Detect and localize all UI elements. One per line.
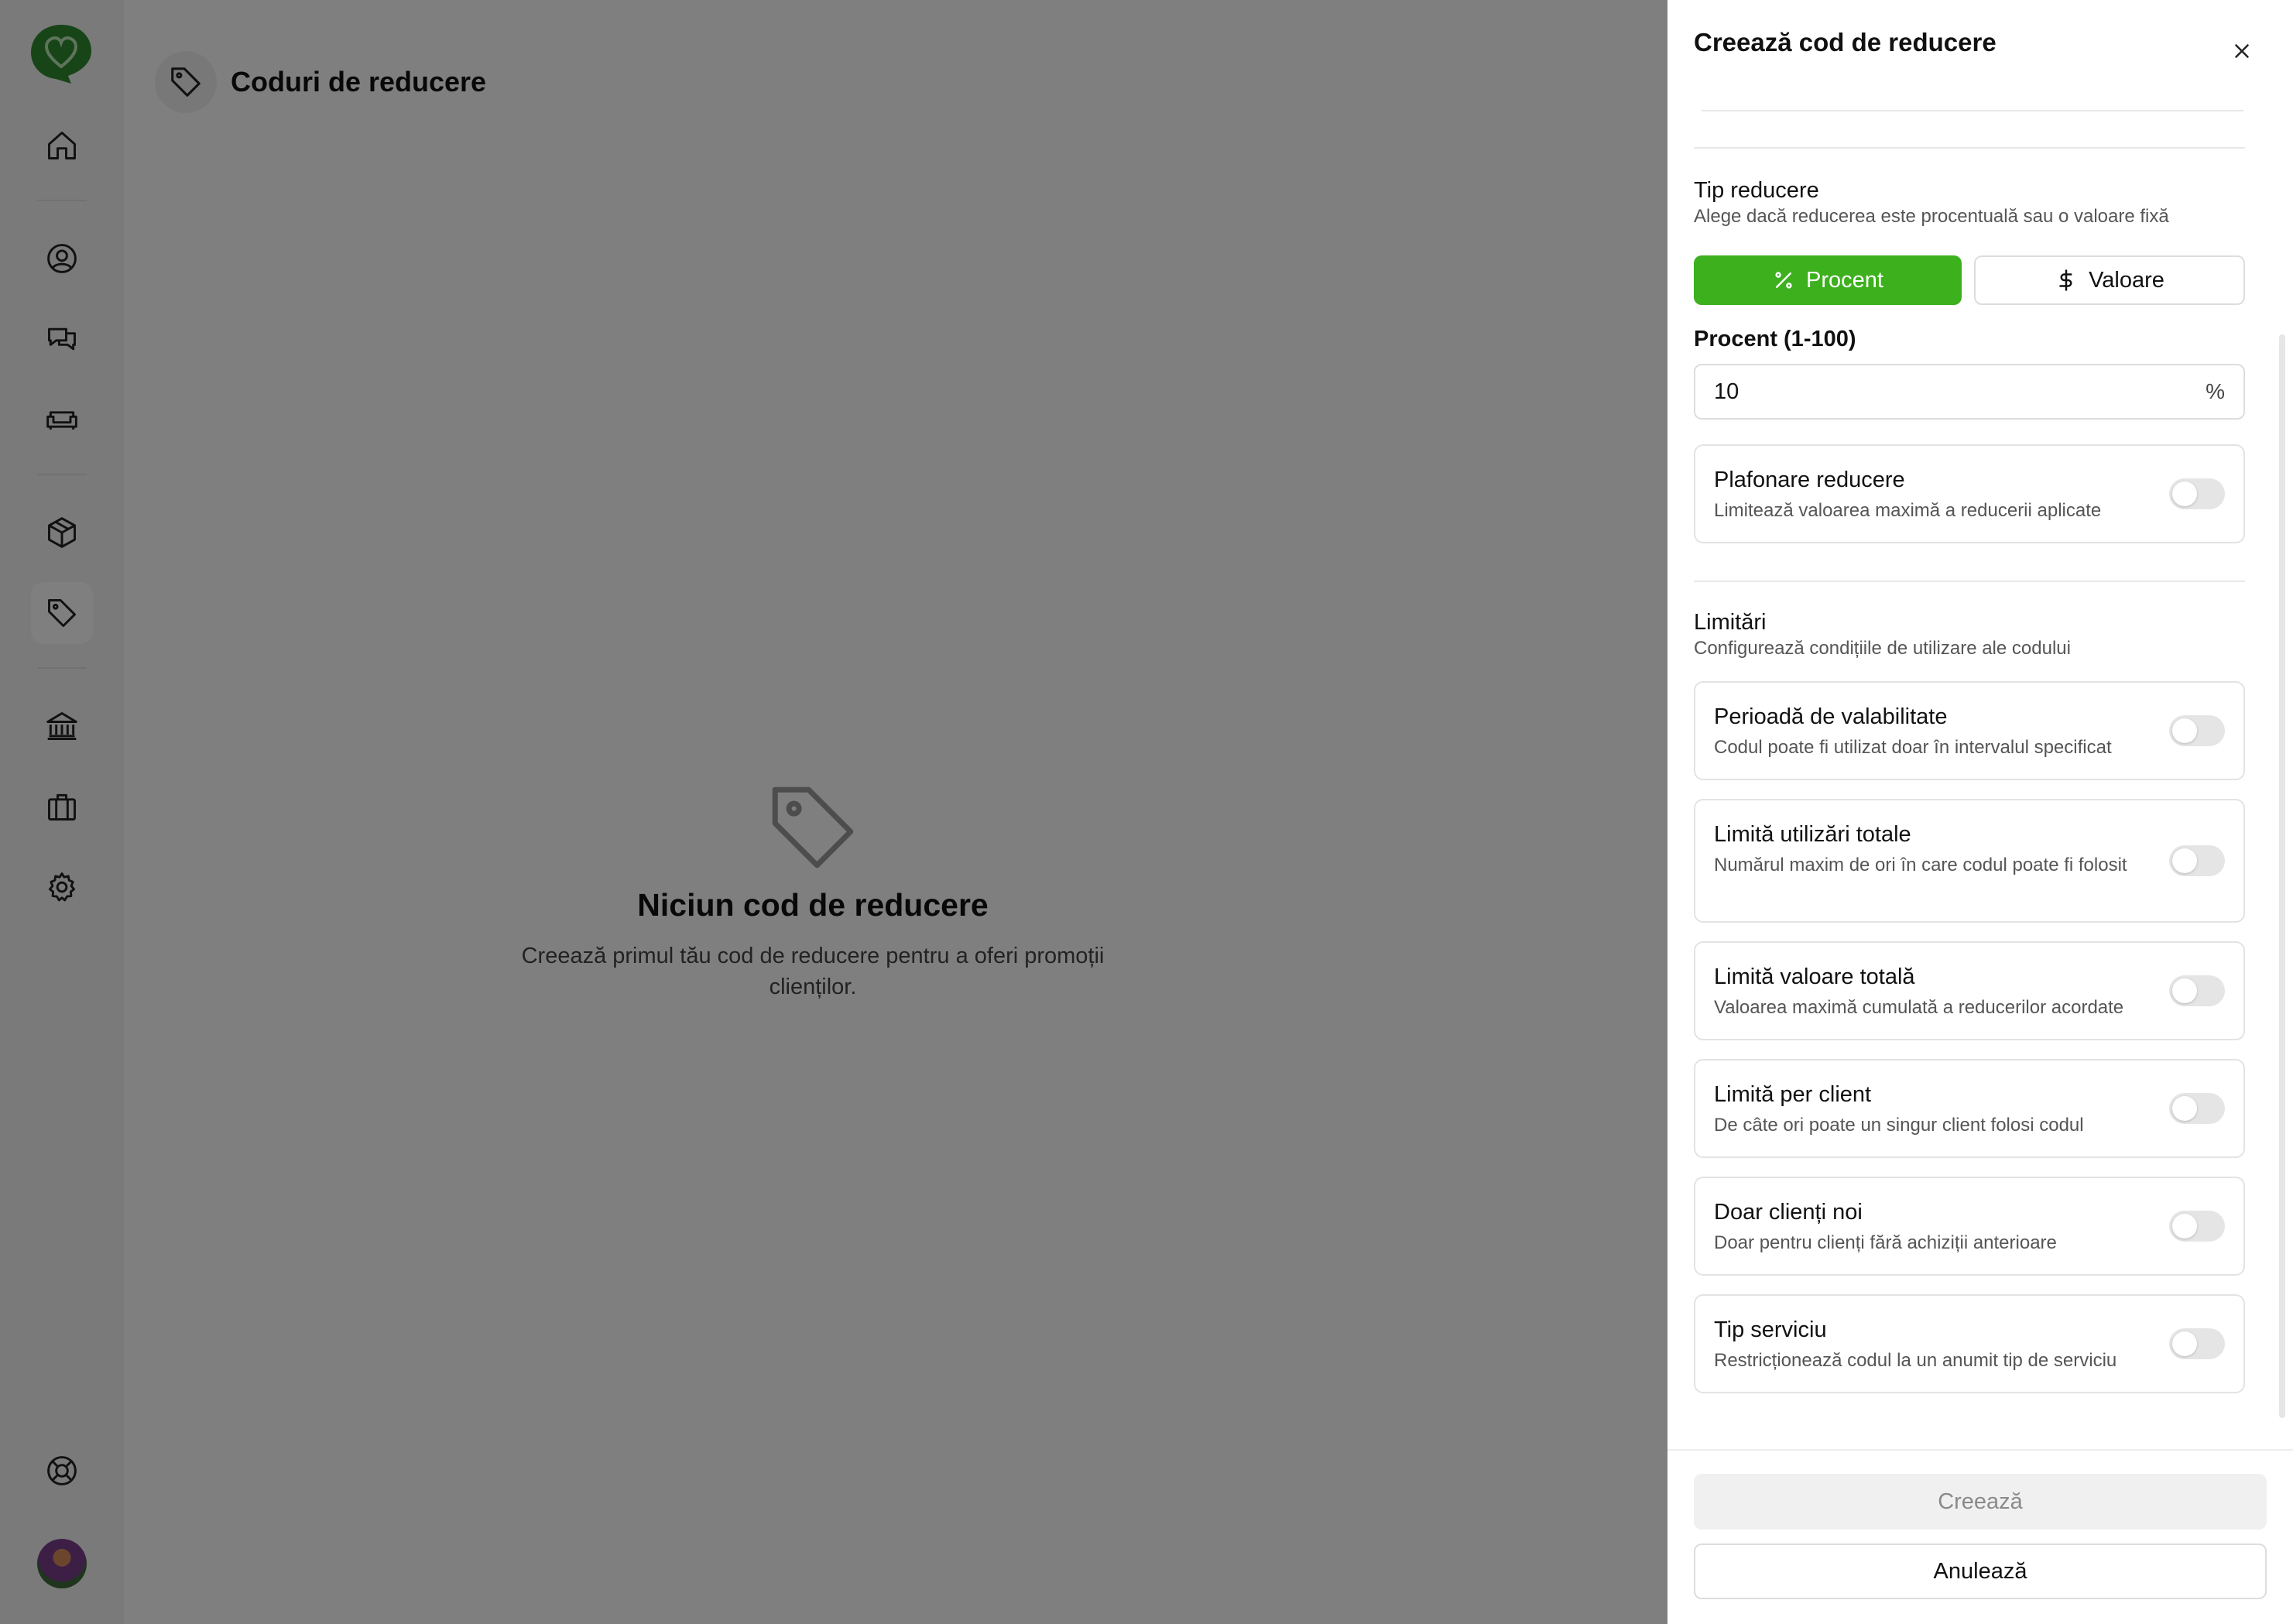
dollar-icon xyxy=(2059,269,2072,291)
validity-toggle[interactable] xyxy=(2169,715,2225,746)
limit-description: Restricționează codul la un anumit tip d… xyxy=(1714,1350,2117,1371)
divider xyxy=(1694,147,2245,149)
cap-card: Plafonare reducere Limitează valoarea ma… xyxy=(1694,444,2245,543)
footer-divider xyxy=(1667,1449,2293,1451)
create-discount-drawer: Creează cod de reducere Tip reducere Ale… xyxy=(1667,0,2293,1624)
create-button[interactable]: Creează xyxy=(1694,1474,2267,1530)
discount-type-subtitle: Alege dacă reducerea este procentuală sa… xyxy=(1694,206,2169,227)
discount-type-amount-option[interactable]: Valoare xyxy=(1974,255,2245,305)
cap-title: Plafonare reducere xyxy=(1714,468,1905,492)
service-type-toggle[interactable] xyxy=(2169,1328,2225,1359)
divider xyxy=(1694,581,2245,582)
per-client-toggle[interactable] xyxy=(2169,1093,2225,1124)
percent-input[interactable] xyxy=(1695,365,2191,418)
close-button[interactable] xyxy=(2225,34,2259,68)
percent-field-label: Procent (1-100) xyxy=(1694,327,1856,351)
limit-card-validity: Perioadă de valabilitate Codul poate fi … xyxy=(1694,681,2245,780)
limit-title: Limită utilizări totale xyxy=(1714,822,1911,847)
discount-type-title: Tip reducere xyxy=(1694,178,1819,203)
total-uses-toggle[interactable] xyxy=(2169,845,2225,876)
limits-title: Limitări xyxy=(1694,610,1767,635)
limits-subtitle: Configurează condițiile de utilizare ale… xyxy=(1694,638,2071,659)
limit-description: De câte ori poate un singur client folos… xyxy=(1714,1115,2084,1136)
percent-option-label: Procent xyxy=(1806,267,1883,293)
cap-description: Limitează valoarea maximă a reducerii ap… xyxy=(1714,500,2102,521)
limit-card-total-uses: Limită utilizări totale Numărul maxim de… xyxy=(1694,799,2245,923)
drawer-title: Creează cod de reducere xyxy=(1694,28,1997,57)
limit-card-service-type: Tip serviciu Restricționează codul la un… xyxy=(1694,1294,2245,1393)
percent-icon xyxy=(1775,272,1792,289)
cap-toggle[interactable] xyxy=(2169,478,2225,509)
limit-description: Valoarea maximă cumulată a reducerilor a… xyxy=(1714,997,2124,1018)
divider xyxy=(1702,110,2243,111)
limit-title: Perioadă de valabilitate xyxy=(1714,704,1948,729)
percent-field: % xyxy=(1694,364,2245,420)
limit-title: Limită per client xyxy=(1714,1082,1872,1107)
limit-card-total-value: Limită valoare totală Valoarea maximă cu… xyxy=(1694,941,2245,1040)
limit-card-new-clients: Doar clienți noi Doar pentru clienți făr… xyxy=(1694,1177,2245,1276)
amount-option-label: Valoare xyxy=(2089,267,2164,293)
limit-description: Numărul maxim de ori în care codul poate… xyxy=(1714,855,2127,875)
close-icon xyxy=(2235,44,2249,58)
limit-description: Doar pentru clienți fără achiziții anter… xyxy=(1714,1232,2057,1253)
new-clients-toggle[interactable] xyxy=(2169,1211,2225,1242)
discount-type-percent-option[interactable]: Procent xyxy=(1694,255,1962,305)
total-value-toggle[interactable] xyxy=(2169,975,2225,1006)
limit-title: Limită valoare totală xyxy=(1714,964,1915,989)
percent-suffix: % xyxy=(2206,379,2225,403)
limit-card-per-client: Limită per client De câte ori poate un s… xyxy=(1694,1059,2245,1158)
cancel-button[interactable]: Anulează xyxy=(1694,1543,2267,1599)
limit-title: Tip serviciu xyxy=(1714,1317,1827,1342)
limit-title: Doar clienți noi xyxy=(1714,1200,1863,1225)
drawer-scrollbar[interactable] xyxy=(2279,334,2285,1418)
limit-description: Codul poate fi utilizat doar în interval… xyxy=(1714,737,2112,758)
